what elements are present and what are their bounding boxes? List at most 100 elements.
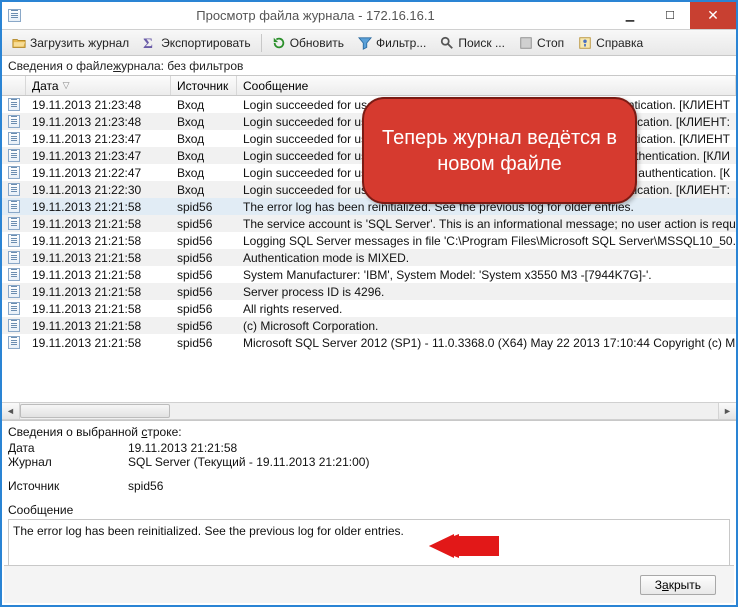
row-message: The service account is 'SQL Server'. Thi… bbox=[237, 217, 736, 231]
row-message: System Manufacturer: 'IBM', System Model… bbox=[237, 268, 736, 282]
row-date: 19.11.2013 21:21:58 bbox=[26, 268, 171, 282]
row-icon bbox=[2, 217, 26, 230]
sort-desc-icon: ▽ bbox=[63, 80, 70, 91]
table-row[interactable]: 19.11.2013 21:21:58spid56The service acc… bbox=[2, 215, 736, 232]
table-row[interactable]: 19.11.2013 21:21:58spid56(c) Microsoft C… bbox=[2, 317, 736, 334]
titlebar: Просмотр файла журнала - 172.16.16.1 ▁ ☐… bbox=[2, 2, 736, 30]
filter-button[interactable]: Фильтр... bbox=[352, 34, 432, 52]
toolbar: Загрузить журнал Σ Экспортировать Обнови… bbox=[2, 30, 736, 56]
grid-header: Дата▽ Источник Сообщение bbox=[2, 76, 736, 96]
col-icon[interactable] bbox=[2, 76, 26, 95]
close-dialog-button[interactable]: Закрыть bbox=[640, 575, 716, 595]
row-message: All rights reserved. bbox=[237, 302, 736, 316]
filter-label: Фильтр... bbox=[376, 36, 426, 50]
row-date: 19.11.2013 21:23:48 bbox=[26, 115, 171, 129]
row-icon bbox=[2, 183, 26, 196]
row-date: 19.11.2013 21:21:58 bbox=[26, 302, 171, 316]
row-icon bbox=[2, 268, 26, 281]
export-button[interactable]: Σ Экспортировать bbox=[137, 34, 257, 52]
table-row[interactable]: 19.11.2013 21:21:58spid56Server process … bbox=[2, 283, 736, 300]
row-date: 19.11.2013 21:22:47 bbox=[26, 166, 171, 180]
row-icon bbox=[2, 251, 26, 264]
help-button[interactable]: Справка bbox=[572, 34, 649, 52]
detail-source-value: spid56 bbox=[128, 479, 730, 493]
row-date: 19.11.2013 21:23:47 bbox=[26, 149, 171, 163]
funnel-icon bbox=[358, 36, 372, 50]
row-icon bbox=[2, 319, 26, 332]
row-message: Authentication mode is MIXED. bbox=[237, 251, 736, 265]
annotation-arrow-icon bbox=[429, 534, 499, 558]
load-journal-label: Загрузить журнал bbox=[30, 36, 129, 50]
row-date: 19.11.2013 21:22:30 bbox=[26, 183, 171, 197]
help-icon bbox=[578, 36, 592, 50]
row-message: Server process ID is 4296. bbox=[237, 285, 736, 299]
detail-message-label: Сообщение bbox=[8, 503, 730, 517]
close-button[interactable]: ✕ bbox=[690, 2, 736, 29]
refresh-label: Обновить bbox=[290, 36, 344, 50]
row-source: spid56 bbox=[171, 302, 237, 316]
row-date: 19.11.2013 21:21:58 bbox=[26, 336, 171, 350]
table-row[interactable]: 19.11.2013 21:21:58spid56System Manufact… bbox=[2, 266, 736, 283]
app-icon bbox=[8, 9, 21, 22]
row-icon bbox=[2, 302, 26, 315]
detail-journal-value: SQL Server (Текущий - 19.11.2013 21:21:0… bbox=[128, 455, 730, 469]
table-row[interactable]: 19.11.2013 21:21:58spid56Logging SQL Ser… bbox=[2, 232, 736, 249]
row-icon bbox=[2, 132, 26, 145]
row-source: spid56 bbox=[171, 234, 237, 248]
scroll-left-icon[interactable]: ◄ bbox=[2, 403, 20, 419]
row-source: Вход bbox=[171, 115, 237, 129]
minimize-button[interactable]: ▁ bbox=[610, 2, 650, 29]
table-row[interactable]: 19.11.2013 21:21:58spid56All rights rese… bbox=[2, 300, 736, 317]
journal-info-line: Сведения о файле журнала: без фильтров bbox=[2, 56, 736, 76]
stop-label: Стоп bbox=[537, 36, 564, 50]
row-date: 19.11.2013 21:21:58 bbox=[26, 234, 171, 248]
help-label: Справка bbox=[596, 36, 643, 50]
row-date: 19.11.2013 21:21:58 bbox=[26, 200, 171, 214]
row-date: 19.11.2013 21:23:47 bbox=[26, 132, 171, 146]
row-source: Вход bbox=[171, 166, 237, 180]
detail-source-label: Источник bbox=[8, 479, 128, 493]
stop-button[interactable]: Стоп bbox=[513, 34, 570, 52]
load-journal-button[interactable]: Загрузить журнал bbox=[6, 34, 135, 52]
horizontal-scrollbar[interactable]: ◄ ► bbox=[2, 402, 736, 420]
row-message: Microsoft SQL Server 2012 (SP1) - 11.0.3… bbox=[237, 336, 736, 350]
search-label: Поиск ... bbox=[458, 36, 505, 50]
col-source[interactable]: Источник bbox=[171, 76, 237, 95]
table-row[interactable]: 19.11.2013 21:21:58spid56Authentication … bbox=[2, 249, 736, 266]
scroll-right-icon[interactable]: ► bbox=[718, 403, 736, 419]
row-icon bbox=[2, 166, 26, 179]
row-source: Вход bbox=[171, 149, 237, 163]
row-source: spid56 bbox=[171, 336, 237, 350]
maximize-button[interactable]: ☐ bbox=[650, 2, 690, 29]
search-button[interactable]: Поиск ... bbox=[434, 34, 511, 52]
sigma-icon: Σ bbox=[143, 36, 157, 50]
row-date: 19.11.2013 21:21:58 bbox=[26, 217, 171, 231]
row-icon bbox=[2, 336, 26, 349]
col-date[interactable]: Дата▽ bbox=[26, 76, 171, 95]
row-icon bbox=[2, 115, 26, 128]
row-date: 19.11.2013 21:21:58 bbox=[26, 285, 171, 299]
separator bbox=[261, 34, 262, 52]
annotation-callout: Теперь журнал ведётся в новом файле bbox=[362, 97, 637, 204]
row-icon bbox=[2, 149, 26, 162]
details-header: Сведения о выбранной строке: bbox=[8, 425, 730, 439]
refresh-button[interactable]: Обновить bbox=[266, 34, 350, 52]
row-message: Logging SQL Server messages in file 'C:\… bbox=[237, 234, 736, 248]
row-source: Вход bbox=[171, 132, 237, 146]
footer: Закрыть bbox=[4, 565, 734, 603]
row-date: 19.11.2013 21:21:58 bbox=[26, 319, 171, 333]
detail-date-label: Дата bbox=[8, 441, 128, 455]
col-message[interactable]: Сообщение bbox=[237, 76, 736, 95]
table-row[interactable]: 19.11.2013 21:21:58spid56Microsoft SQL S… bbox=[2, 334, 736, 351]
annotation-text: Теперь журнал ведётся в новом файле bbox=[378, 125, 621, 177]
scroll-thumb[interactable] bbox=[20, 404, 170, 418]
row-date: 19.11.2013 21:23:48 bbox=[26, 98, 171, 112]
stop-icon bbox=[519, 36, 533, 50]
row-source: Вход bbox=[171, 183, 237, 197]
row-source: spid56 bbox=[171, 217, 237, 231]
scroll-track[interactable] bbox=[20, 403, 718, 419]
detail-journal-label: Журнал bbox=[8, 455, 128, 469]
row-date: 19.11.2013 21:21:58 bbox=[26, 251, 171, 265]
row-icon bbox=[2, 234, 26, 247]
search-icon bbox=[440, 36, 454, 50]
